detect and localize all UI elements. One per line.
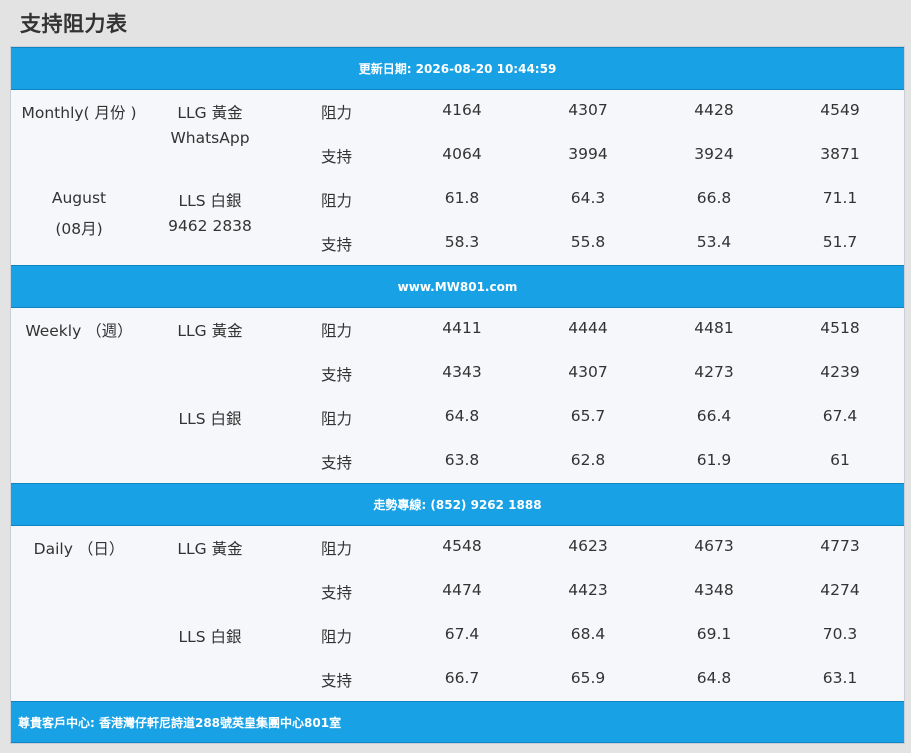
row-type-label: 阻力 <box>321 192 353 210</box>
value-cell: 62.8 <box>570 451 606 469</box>
value-cell: 4164 <box>442 101 482 119</box>
value-cell: 63.1 <box>822 669 858 687</box>
update-date-band: 更新日期: 2026-08-20 10:44:59 <box>11 47 904 90</box>
row-type-label: 支持 <box>321 454 353 472</box>
month-number-label: (08月) <box>55 220 103 238</box>
row-type-label: 阻力 <box>321 410 353 428</box>
value-cell: 65.9 <box>570 669 606 687</box>
period-label-weekly: Weekly （週） <box>25 322 133 340</box>
address-band: 尊貴客戶中心: 香港灣仔軒尼詩道288號英皇集團中心801室 <box>11 701 904 743</box>
value-cell: 58.3 <box>444 233 480 251</box>
value-cell: 4343 <box>442 363 482 381</box>
page-title: 支持阻力表 <box>20 12 128 36</box>
value-cell: 4307 <box>568 101 608 119</box>
value-cell: 4481 <box>694 319 734 337</box>
row-type-label: 阻力 <box>321 322 353 340</box>
product-gold-daily: LLG 黃金 <box>177 540 243 558</box>
value-cell: 4428 <box>694 101 734 119</box>
value-cell: 64.3 <box>570 189 606 207</box>
value-cell: 66.7 <box>444 669 480 687</box>
row-type-label: 支持 <box>321 366 353 384</box>
value-cell: 4423 <box>568 581 608 599</box>
row-type-label: 阻力 <box>321 628 353 646</box>
row-type-label: 阻力 <box>321 540 353 558</box>
value-cell: 70.3 <box>822 625 858 643</box>
value-cell: 64.8 <box>696 669 732 687</box>
value-cell: 4518 <box>820 319 860 337</box>
value-cell: 4773 <box>820 537 860 555</box>
value-cell: 68.4 <box>570 625 606 643</box>
row-type-label: 支持 <box>321 672 353 690</box>
value-cell: 67.4 <box>444 625 480 643</box>
value-cell: 4549 <box>820 101 860 119</box>
value-cell: 4064 <box>442 145 482 163</box>
value-cell: 4474 <box>442 581 482 599</box>
value-cell: 69.1 <box>696 625 732 643</box>
value-cell: 66.8 <box>696 189 732 207</box>
product-silver-monthly: LLS 白銀 <box>178 192 242 210</box>
value-cell: 65.7 <box>570 407 606 425</box>
value-cell: 4673 <box>694 537 734 555</box>
row-type-label: 支持 <box>321 236 353 254</box>
period-label-daily: Daily （日） <box>33 540 125 558</box>
row-type-label: 支持 <box>321 148 353 166</box>
value-cell: 71.1 <box>822 189 858 207</box>
value-cell: 67.4 <box>822 407 858 425</box>
website-band: www.MW801.com <box>11 265 904 308</box>
value-cell: 4348 <box>694 581 734 599</box>
month-label: August <box>51 189 107 207</box>
value-cell: 4274 <box>820 581 860 599</box>
value-cell: 51.7 <box>822 233 858 251</box>
value-cell: 3994 <box>568 145 608 163</box>
value-cell: 3924 <box>694 145 734 163</box>
whatsapp-label: WhatsApp <box>170 129 250 147</box>
row-type-label: 支持 <box>321 584 353 602</box>
value-cell: 3871 <box>820 145 860 163</box>
value-cell: 4239 <box>820 363 860 381</box>
value-cell: 4411 <box>442 319 482 337</box>
value-cell: 55.8 <box>570 233 606 251</box>
value-cell: 4623 <box>568 537 608 555</box>
value-cell: 66.4 <box>696 407 732 425</box>
row-type-label: 阻力 <box>321 104 353 122</box>
value-cell: 63.8 <box>444 451 480 469</box>
value-cell: 4548 <box>442 537 482 555</box>
product-silver-daily: LLS 白銀 <box>178 628 242 646</box>
value-cell: 64.8 <box>444 407 480 425</box>
product-gold-weekly: LLG 黃金 <box>177 322 243 340</box>
whatsapp-number: 9462 2838 <box>168 217 252 235</box>
value-cell: 61.8 <box>444 189 480 207</box>
value-cell: 61 <box>830 451 850 469</box>
support-resistance-table: 更新日期: 2026-08-20 10:44:59 Monthly( 月份 ) … <box>10 46 905 744</box>
value-cell: 53.4 <box>696 233 732 251</box>
hotline-band: 走勢專線: (852) 9262 1888 <box>11 483 904 526</box>
value-cell: 4444 <box>568 319 608 337</box>
product-silver-weekly: LLS 白銀 <box>178 410 242 428</box>
value-cell: 4273 <box>694 363 734 381</box>
product-gold-monthly: LLG 黃金 <box>177 104 243 122</box>
period-label-monthly: Monthly( 月份 ) <box>21 104 137 122</box>
value-cell: 4307 <box>568 363 608 381</box>
value-cell: 61.9 <box>696 451 732 469</box>
